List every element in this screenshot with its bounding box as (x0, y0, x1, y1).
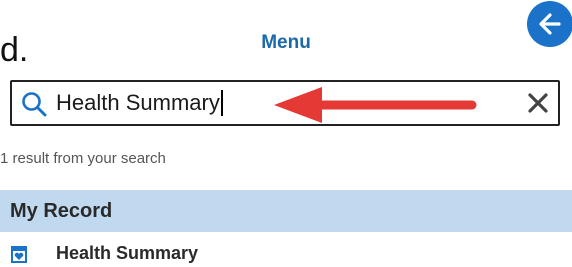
result-count: 1 result from your search (0, 150, 166, 167)
search-icon (22, 92, 47, 117)
arrow-left-icon (539, 13, 561, 35)
text-cursor (221, 90, 223, 116)
close-icon[interactable] (526, 91, 550, 115)
back-button[interactable] (527, 1, 572, 47)
search-input[interactable]: Health Summary (56, 82, 220, 124)
section-title: My Record (10, 200, 113, 222)
section-header-my-record: My Record (0, 190, 572, 232)
menu-title: Menu (261, 32, 311, 53)
result-item-label: Health Summary (56, 243, 199, 263)
health-record-icon (11, 246, 27, 263)
result-item-health-summary[interactable]: Health Summary (0, 240, 572, 267)
annotation-arrow (274, 87, 477, 123)
